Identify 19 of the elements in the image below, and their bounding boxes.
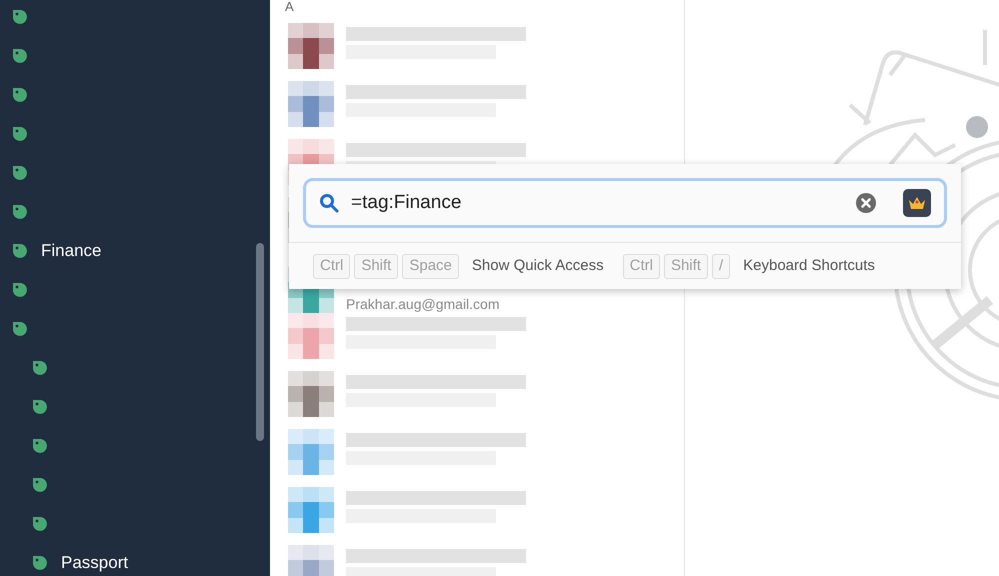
tag-label[interactable]: Finance: [41, 242, 102, 259]
key-cap: Ctrl: [313, 254, 350, 278]
section-header: A: [284, 0, 295, 13]
shortcut-label: Keyboard Shortcuts: [743, 256, 875, 276]
tag-label[interactable]: Passport: [61, 554, 128, 571]
search-query: =tag:Finance: [351, 190, 462, 215]
scrollbar-thumb[interactable]: [256, 243, 264, 441]
key-cap: /: [712, 254, 730, 278]
crown-icon: [907, 195, 927, 211]
key-cap: Ctrl: [622, 254, 660, 278]
item-email: Prakhar.aug@gmail.com: [346, 296, 501, 313]
key-cap: Shift: [354, 254, 398, 278]
search-field[interactable]: =tag:Finance: [303, 178, 947, 228]
shortcut-label: Show Quick Access: [472, 256, 604, 276]
key-cap: Space: [402, 254, 459, 278]
key-cap: Shift: [664, 254, 708, 278]
clear-icon[interactable]: [856, 193, 876, 213]
search-icon: [319, 193, 339, 213]
crown-button[interactable]: [903, 189, 931, 217]
